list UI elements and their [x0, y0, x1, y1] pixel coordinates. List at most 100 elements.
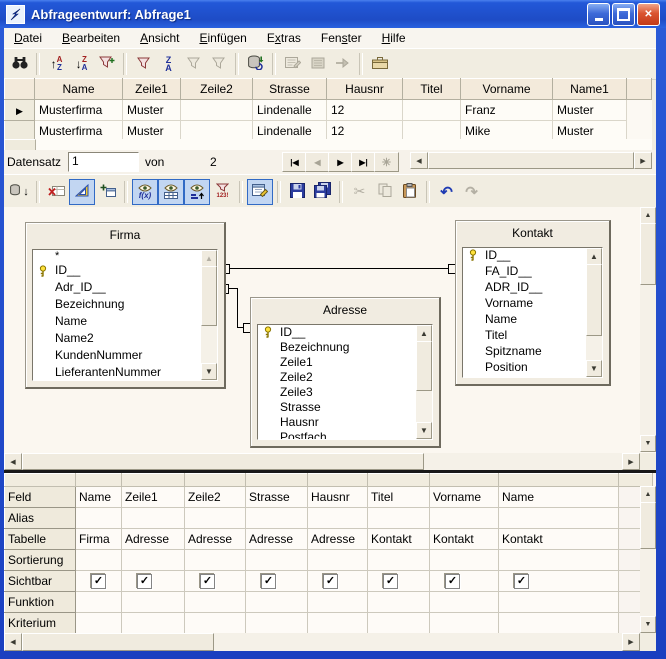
grid-cell[interactable]: [185, 508, 246, 529]
grid-cell[interactable]: Strasse: [246, 487, 308, 508]
field-item[interactable]: Position: [463, 360, 602, 376]
visible-checkbox[interactable]: ✓: [514, 574, 529, 589]
properties-button[interactable]: [247, 179, 273, 205]
grid-cell[interactable]: Adresse: [185, 529, 246, 550]
join-line-firma-kontakt[interactable]: [230, 268, 449, 269]
grid-cell[interactable]: Name: [76, 487, 122, 508]
previous-record-button[interactable]: ◀: [305, 152, 330, 172]
grid-cell[interactable]: [76, 508, 122, 529]
grid-cell[interactable]: Zeile2: [185, 487, 246, 508]
field-item[interactable]: Name: [33, 314, 217, 331]
grid-cell[interactable]: [185, 592, 246, 613]
filter-add-button[interactable]: [94, 52, 119, 76]
grid-cell[interactable]: Kontakt: [368, 529, 430, 550]
cell[interactable]: Musterfirma: [35, 100, 123, 121]
visible-checkbox[interactable]: ✓: [137, 574, 152, 589]
design-grid-horizontal-scrollbar[interactable]: ◀ ▶: [4, 633, 656, 651]
scroll-up-button[interactable]: ▲: [640, 207, 656, 224]
scrollbar-thumb[interactable]: [22, 633, 214, 651]
diagram-horizontal-scrollbar[interactable]: ◀ ▶: [4, 453, 640, 470]
maximize-button[interactable]: [612, 3, 635, 26]
scroll-up-button[interactable]: ▲: [416, 325, 432, 342]
column-selector[interactable]: [368, 474, 430, 487]
grid-cell[interactable]: [246, 550, 308, 571]
field-item[interactable]: ID__: [258, 325, 432, 340]
scroll-right-button[interactable]: ▶: [634, 152, 652, 169]
minimize-button[interactable]: [587, 3, 610, 26]
column-header-zeile2[interactable]: Zeile2: [181, 79, 253, 100]
scroll-down-button[interactable]: ▼: [201, 363, 217, 380]
save-all-button[interactable]: [310, 180, 335, 204]
grid-cell[interactable]: [368, 550, 430, 571]
table-title[interactable]: Firma: [26, 223, 224, 250]
column-selector[interactable]: [122, 474, 185, 487]
scrollbar-thumb[interactable]: [201, 266, 217, 326]
table-title[interactable]: Adresse: [251, 298, 439, 325]
column-header-name[interactable]: Name: [35, 79, 123, 100]
datasource-button[interactable]: ↓: [7, 180, 32, 204]
paste-button[interactable]: [397, 180, 422, 204]
field-item[interactable]: Zeile2: [258, 370, 432, 385]
record-number-input[interactable]: 1: [68, 152, 139, 172]
grid-cell[interactable]: [185, 613, 246, 634]
field-list-scrollbar[interactable]: ▲ ▼: [201, 250, 217, 380]
field-item[interactable]: ID__: [463, 248, 602, 264]
scrollbar-thumb[interactable]: [640, 502, 656, 549]
field-item[interactable]: FA_ID__: [463, 264, 602, 280]
visible-checkbox[interactable]: ✓: [445, 574, 460, 589]
cell[interactable]: Franz: [461, 100, 553, 121]
toggle-filter-button[interactable]: [206, 52, 231, 76]
field-item[interactable]: Name: [463, 312, 602, 328]
field-item[interactable]: ADR_ID__: [463, 280, 602, 296]
grid-cell[interactable]: Name: [499, 487, 619, 508]
column-header-strasse[interactable]: Strasse: [253, 79, 327, 100]
grid-cell[interactable]: [122, 592, 185, 613]
grid-cell[interactable]: [122, 550, 185, 571]
grid-cell[interactable]: [185, 550, 246, 571]
field-item[interactable]: Hausnr: [258, 415, 432, 430]
field-item[interactable]: ID__: [33, 263, 217, 280]
new-record-button[interactable]: ✳: [374, 152, 399, 172]
grid-cell[interactable]: Titel: [368, 487, 430, 508]
cell[interactable]: Muster: [553, 100, 627, 121]
grid-cell[interactable]: [122, 613, 185, 634]
grid-cell[interactable]: [308, 550, 368, 571]
cell[interactable]: 12: [327, 100, 403, 121]
grid-cell[interactable]: [308, 613, 368, 634]
query-diagram-pane[interactable]: Firma * ID__ Adr_ID__ Bezeichnung Name N…: [4, 207, 656, 470]
field-item[interactable]: Spitzname: [463, 344, 602, 360]
column-selector[interactable]: [185, 474, 246, 487]
grid-cell[interactable]: [308, 508, 368, 529]
sort-za-button[interactable]: ZA: [156, 52, 181, 76]
grid-cell[interactable]: [368, 508, 430, 529]
field-item[interactable]: Zeile1: [258, 355, 432, 370]
visible-checkbox[interactable]: ✓: [323, 574, 338, 589]
scroll-down-button[interactable]: ▼: [586, 360, 602, 377]
grid-cell[interactable]: [430, 508, 499, 529]
design-view-button[interactable]: [69, 179, 95, 205]
grid-cell[interactable]: [368, 592, 430, 613]
copy-button[interactable]: [372, 180, 397, 204]
visible-checkbox[interactable]: ✓: [261, 574, 276, 589]
show-functions-button[interactable]: f(x): [132, 179, 158, 205]
show-sort-button[interactable]: [184, 179, 210, 205]
field-list-scrollbar[interactable]: ▲ ▼: [586, 248, 602, 377]
field-item[interactable]: *: [33, 250, 217, 263]
grid-cell[interactable]: [430, 613, 499, 634]
column-header-titel[interactable]: Titel: [403, 79, 461, 100]
find-button[interactable]: [7, 52, 32, 76]
field-item[interactable]: Strasse: [258, 400, 432, 415]
remove-table-button[interactable]: [44, 180, 69, 204]
scrollbar-thumb[interactable]: [416, 341, 432, 391]
scrollbar-track[interactable]: [214, 633, 622, 651]
sort-descending-button[interactable]: ↓ ZA: [69, 52, 94, 76]
grid-cell[interactable]: Adresse: [122, 529, 185, 550]
grid-corner[interactable]: [5, 474, 76, 487]
datasheet-horizontal-scrollbar[interactable]: ◀ ▶: [410, 152, 652, 169]
select-all-corner[interactable]: [5, 79, 35, 100]
scroll-down-button[interactable]: ▼: [416, 422, 432, 439]
field-item[interactable]: Bezeichnung: [33, 297, 217, 314]
field-item[interactable]: Zeile3: [258, 385, 432, 400]
grid-cell[interactable]: Adresse: [246, 529, 308, 550]
briefcase-button[interactable]: [367, 52, 392, 76]
